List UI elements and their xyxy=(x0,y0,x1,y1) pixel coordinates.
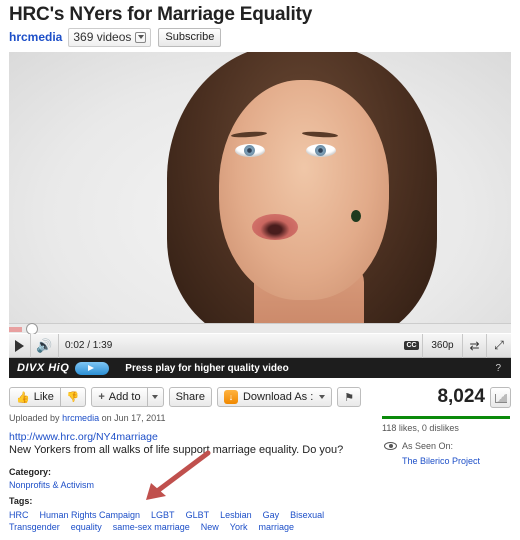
divx-message: Press play for higher quality video xyxy=(125,362,289,374)
likes-dislikes-text: 118 likes, 0 dislikes xyxy=(382,423,459,433)
add-to-dropdown-button[interactable] xyxy=(147,387,164,407)
thumbs-down-icon: 👎 xyxy=(66,391,80,403)
as-seen-on: As Seen On: xyxy=(384,441,453,451)
category-link[interactable]: Nonprofits & Activism xyxy=(9,480,94,490)
videos-count: 369 videos xyxy=(73,30,132,44)
view-count: 8,024 xyxy=(437,386,485,407)
tags-row-2: Transgender equality same-sex marriage N… xyxy=(9,522,305,532)
cc-icon: CC xyxy=(404,341,419,350)
quality-label: 360p xyxy=(431,340,454,351)
download-as-button[interactable]: ↓ Download As : xyxy=(216,387,333,407)
video-subject-mouth xyxy=(252,214,298,240)
timecode: 0:02 / 1:39 xyxy=(65,340,113,351)
stats-chart-button[interactable] xyxy=(490,387,511,408)
video-subject-earring xyxy=(351,210,361,222)
as-seen-on-label: As Seen On: xyxy=(402,441,454,451)
tag-link[interactable]: LGBT xyxy=(151,510,175,520)
download-label: Download As : xyxy=(242,391,314,403)
uploader-link[interactable]: hrcmedia xyxy=(62,413,99,423)
share-button[interactable]: Share xyxy=(168,387,212,407)
subscribe-button[interactable]: Subscribe xyxy=(158,27,222,47)
like-group: 👍 Like 👎 xyxy=(9,387,87,407)
action-bar: 👍 Like 👎 + Add to Share ↓ Download As : … xyxy=(9,387,366,407)
divx-banner[interactable]: DIVX HiQ Press play for higher quality v… xyxy=(9,358,511,378)
uploaded-prefix: Uploaded by xyxy=(9,413,60,423)
fullscreen-icon[interactable]: ⤢ xyxy=(487,334,511,358)
uploaded-date: on Jun 17, 2011 xyxy=(101,413,166,423)
video-frame[interactable] xyxy=(9,52,511,323)
tag-link[interactable]: New xyxy=(201,522,219,532)
category-label: Category: xyxy=(9,467,52,477)
flag-icon: ⚑ xyxy=(344,391,355,404)
channel-row: hrcmedia 369 videos Subscribe xyxy=(9,27,222,47)
video-subject-eye-left xyxy=(235,144,265,157)
tag-link[interactable]: HRC xyxy=(9,510,29,520)
video-description: New Yorkers from all walks of life suppo… xyxy=(9,444,344,456)
tag-link[interactable]: Human Rights Campaign xyxy=(40,510,141,520)
tags-label: Tags: xyxy=(9,496,33,506)
tag-link[interactable]: York xyxy=(230,522,248,532)
video-subject-eye-right xyxy=(306,144,336,157)
tag-link[interactable]: Bisexual xyxy=(290,510,324,520)
expand-player-icon[interactable]: ⇄ xyxy=(463,333,487,358)
tag-link[interactable]: Gay xyxy=(263,510,280,520)
divx-help-icon[interactable]: ? xyxy=(495,363,501,374)
quality-selector[interactable]: 360p xyxy=(423,333,463,358)
download-icon: ↓ xyxy=(223,390,238,404)
divx-logo: DIVX HiQ xyxy=(17,362,70,374)
channel-name-link[interactable]: hrcmedia xyxy=(9,30,62,44)
channel-videos-button[interactable]: 369 videos xyxy=(68,27,152,47)
like-ratio-bar xyxy=(382,416,510,419)
tag-link[interactable]: marriage xyxy=(258,522,294,532)
add-to-group: + Add to xyxy=(91,387,164,407)
volume-icon[interactable]: 🔊 xyxy=(31,333,59,358)
plus-icon: + xyxy=(98,391,105,403)
uploaded-info: Uploaded by hrcmedia on Jun 17, 2011 xyxy=(9,413,165,423)
eye-icon xyxy=(384,442,397,450)
chevron-down-icon xyxy=(319,395,326,399)
tags-row-1: HRC Human Rights Campaign LGBT GLBT Lesb… xyxy=(9,510,335,520)
tag-link[interactable]: Lesbian xyxy=(220,510,252,520)
like-button[interactable]: 👍 Like xyxy=(9,387,61,407)
tag-link[interactable]: GLBT xyxy=(186,510,210,520)
tag-link[interactable]: same-sex marriage xyxy=(113,522,190,532)
add-to-button[interactable]: + Add to xyxy=(91,387,148,407)
player-controls: 🔊 0:02 / 1:39 CC 360p ⇄ ⤢ xyxy=(9,333,511,358)
chevron-down-icon xyxy=(135,31,147,43)
description-url-link[interactable]: http://www.hrc.org/NY4marriage xyxy=(9,431,158,443)
progress-bar[interactable] xyxy=(9,323,511,335)
add-to-label: Add to xyxy=(108,391,141,403)
play-button[interactable] xyxy=(9,333,31,358)
progress-fill xyxy=(9,327,22,332)
like-label: Like xyxy=(33,391,54,403)
dislike-button[interactable]: 👎 xyxy=(60,387,87,407)
video-subject-face xyxy=(219,80,389,300)
tag-link[interactable]: equality xyxy=(71,522,102,532)
tag-link[interactable]: Transgender xyxy=(9,522,60,532)
seen-on-site-link[interactable]: The Bilerico Project xyxy=(402,456,480,466)
flag-button[interactable]: ⚑ xyxy=(337,387,362,407)
captions-button[interactable]: CC xyxy=(401,333,423,358)
thumbs-up-icon: 👍 xyxy=(16,391,30,404)
divx-play-icon[interactable] xyxy=(75,361,110,375)
video-title: HRC's NYers for Marriage Equality xyxy=(9,4,313,25)
